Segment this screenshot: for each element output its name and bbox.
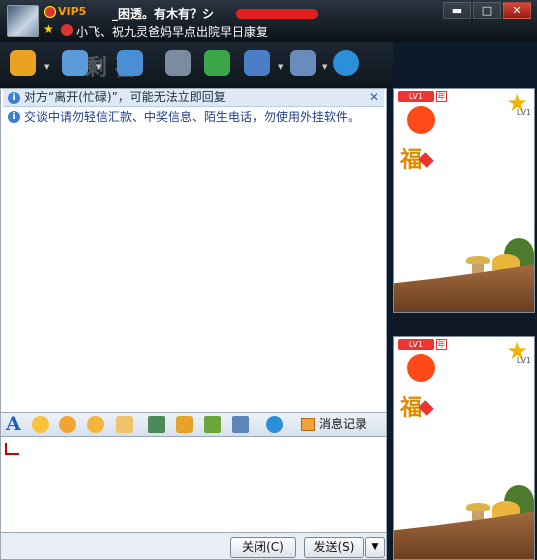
voice-call-button[interactable]	[62, 50, 92, 80]
hand-icon	[116, 416, 133, 433]
info-icon: i	[8, 111, 20, 123]
level-star-text: LV1	[516, 356, 531, 365]
close-button[interactable]: 关闭(C)	[230, 537, 296, 558]
folder-icon	[117, 50, 143, 76]
contact-show-panel: LV1 年 ★ LV1 福	[393, 88, 535, 313]
gift-icon	[204, 416, 221, 433]
level-badge: LV1	[398, 91, 434, 102]
remote-dropdown[interactable]: ▼	[278, 64, 284, 71]
settings-icon	[290, 50, 316, 76]
smiley-icon	[32, 416, 49, 433]
send-file-button[interactable]	[117, 50, 147, 80]
contact-avatar[interactable]	[7, 5, 39, 37]
message-history-button[interactable]: 消息记录	[301, 415, 367, 434]
app-settings-button[interactable]	[290, 50, 320, 80]
contact-nickname: _困透。有木有？シ	[112, 7, 215, 21]
group-add-icon	[204, 50, 230, 76]
vip-level: VIP5	[58, 5, 87, 18]
wink-button[interactable]	[87, 416, 105, 434]
farm-hill	[394, 511, 534, 559]
main-toolbar: 剩 喜 ▼ ▼ ▼ ▼	[0, 42, 393, 88]
year-badge: 年	[436, 91, 447, 102]
wink-icon	[87, 416, 104, 433]
format-toolbar: A 消息记录	[0, 413, 387, 437]
image-button[interactable]	[148, 416, 166, 434]
gift-button[interactable]	[204, 416, 222, 434]
year-badge: 年	[436, 339, 447, 350]
notice-close-icon[interactable]: ✕	[369, 89, 379, 106]
emoji-button[interactable]	[32, 416, 50, 434]
minimize-button[interactable]: ▬	[443, 2, 471, 19]
remote-assist-button[interactable]	[244, 50, 274, 80]
contact-signature: 小飞、祝九灵爸妈早点出院早日康复	[76, 25, 269, 39]
history-icon	[301, 418, 315, 431]
message-history-label: 消息记录	[319, 417, 368, 431]
panel-separator	[393, 313, 537, 336]
sun-icon	[407, 106, 435, 134]
security-warning: i 交谈中请勿轻信汇款、中奖信息、陌生电话，勿使用外挂软件。	[3, 108, 384, 126]
monitor-icon	[232, 416, 249, 433]
sun-icon	[407, 354, 435, 382]
star-icon: ★	[43, 22, 54, 36]
text-cursor	[5, 443, 19, 455]
soso-search-button[interactable]	[266, 416, 284, 434]
shake-button[interactable]	[116, 416, 134, 434]
away-notice: i 对方“离开(忙碌)”，可能无法立即回复 ✕	[3, 89, 384, 107]
create-group-button[interactable]	[204, 50, 234, 80]
status-icon	[61, 24, 73, 36]
mail-icon	[165, 50, 191, 76]
scissors-icon	[176, 416, 193, 433]
send-options-dropdown[interactable]: ▼	[365, 537, 385, 558]
title-bar: VIP5 _困透。有木有？シ ★ 小飞、祝九灵爸妈早点出院早日康复 ▬ □ ✕	[0, 0, 537, 42]
screen-share-button[interactable]	[232, 416, 250, 434]
level-star-text: LV1	[516, 108, 531, 117]
microphone-icon	[62, 50, 88, 76]
maximize-button[interactable]: □	[473, 2, 501, 19]
action-bar: 关闭(C) 发送(S) ▼	[0, 533, 387, 560]
message-display[interactable]: i 对方“离开(忙碌)”，可能无法立即回复 ✕ i 交谈中请勿轻信汇款、中奖信息…	[0, 88, 387, 413]
window-controls: ▬ □ ✕	[443, 2, 531, 19]
send-button[interactable]: 发送(S)	[304, 537, 364, 558]
video-call-button[interactable]	[10, 50, 40, 80]
farm-hill	[394, 264, 534, 312]
message-input[interactable]	[0, 437, 387, 533]
info-icon: i	[8, 92, 20, 104]
font-button[interactable]: A	[6, 413, 21, 435]
vip-icon	[44, 6, 56, 18]
security-warning-text: 交谈中请勿轻信汇款、中奖信息、陌生电话，勿使用外挂软件。	[24, 110, 361, 124]
magic-face-icon	[59, 416, 76, 433]
close-window-button[interactable]: ✕	[503, 2, 531, 19]
away-notice-text: 对方“离开(忙碌)”，可能无法立即回复	[24, 90, 226, 104]
soso-button[interactable]	[333, 50, 363, 80]
send-email-button[interactable]	[165, 50, 195, 80]
redacted-scribble	[236, 9, 318, 19]
level-badge: LV1	[398, 339, 434, 350]
soso-icon	[266, 416, 283, 433]
self-show-panel: LV1 年 ★ LV1 福	[393, 336, 535, 560]
voice-dropdown[interactable]: ▼	[96, 64, 102, 71]
video-dropdown[interactable]: ▼	[44, 64, 50, 71]
soso-icon	[333, 50, 359, 76]
remote-icon	[244, 50, 270, 76]
image-icon	[148, 416, 165, 433]
camera-icon	[10, 50, 36, 76]
magic-emoji-button[interactable]	[59, 416, 77, 434]
screenshot-button[interactable]	[176, 416, 194, 434]
settings-dropdown[interactable]: ▼	[322, 64, 328, 71]
